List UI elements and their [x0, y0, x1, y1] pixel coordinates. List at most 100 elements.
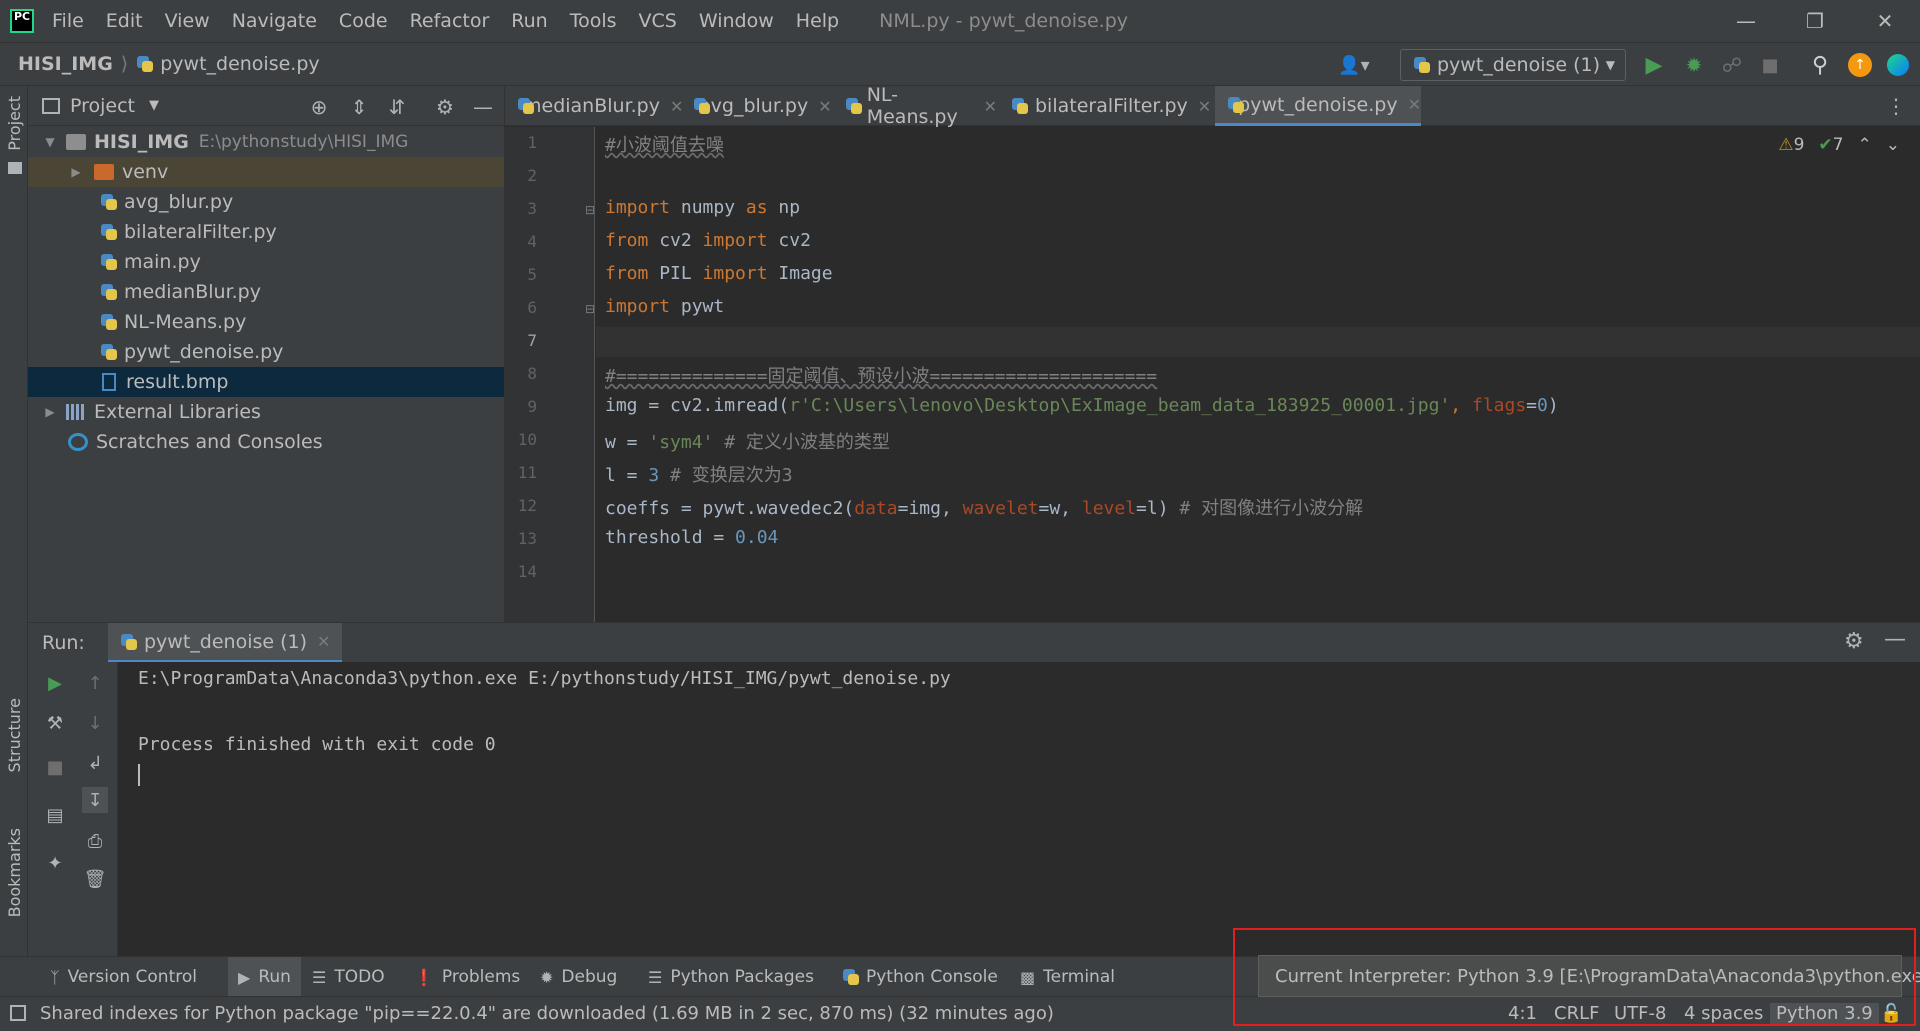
tree-root-project[interactable]: ▼ HISI_IMG E:\pythonstudy\HISI_IMG — [28, 127, 504, 157]
tree-item-pywt-denoise[interactable]: pywt_denoise.py — [28, 337, 504, 367]
run-icon[interactable]: ▶ — [1640, 51, 1668, 79]
print-icon[interactable]: ⎙ — [82, 828, 108, 854]
run-configuration-select[interactable]: pywt_denoise (1) ▼ — [1400, 49, 1626, 81]
more-tabs-icon[interactable]: ⋮ — [1886, 94, 1906, 118]
keyword: import — [702, 263, 768, 284]
close-icon[interactable]: ✕ — [818, 97, 831, 116]
menu-run[interactable]: Run — [511, 10, 547, 32]
menu-edit[interactable]: Edit — [106, 10, 143, 32]
wrench-icon[interactable]: ⚒ — [42, 710, 68, 736]
layout-icon[interactable]: ▤ — [42, 802, 68, 828]
code-editor[interactable]: 1 2 3 4 5 6 7 8 9 10 11 12 13 14 ⊟ ⊟ #小波… — [505, 127, 1920, 622]
status-message[interactable]: Shared indexes for Python package "pip==… — [40, 1003, 1054, 1024]
update-icon[interactable]: ↑ — [1846, 51, 1874, 79]
tree-item-avg-blur[interactable]: avg_blur.py — [28, 187, 504, 217]
close-icon[interactable]: ✕ — [317, 632, 330, 651]
console-output[interactable]: E:\ProgramData\Anaconda3\python.exe E:/p… — [118, 662, 1920, 956]
tab-python-packages[interactable]: ☰ Python Packages — [648, 957, 814, 997]
menu-vcs[interactable]: VCS — [639, 10, 677, 32]
restore-button[interactable]: ❐ — [1785, 0, 1845, 42]
code-line-13: threshold = 0.04 — [605, 527, 778, 548]
tree-item-median-blur[interactable]: medianBlur.py — [28, 277, 504, 307]
inspection-widget[interactable]: ⚠9 ✔7 ⌃ ⌄ — [1778, 135, 1900, 155]
breadcrumb-file[interactable]: pywt_denoise.py — [160, 53, 319, 75]
bookmarks-tool-tab[interactable]: Bookmarks — [5, 828, 24, 917]
stop-icon[interactable]: ■ — [1756, 51, 1784, 79]
collapse-all-icon[interactable]: ⇵ — [384, 94, 410, 120]
locate-file-icon[interactable]: ⊕ — [306, 94, 332, 120]
user-account-icon[interactable]: 👤▾ — [1334, 51, 1374, 79]
tab-label: Python Console — [866, 967, 998, 987]
chevron-down-icon[interactable]: ▼ — [149, 98, 159, 113]
expand-all-icon[interactable]: ⇕ — [346, 94, 372, 120]
code-text: w = — [605, 432, 649, 453]
breadcrumb-project[interactable]: HISI_IMG — [18, 53, 113, 75]
tree-item-nl-means[interactable]: NL-Means.py — [28, 307, 504, 337]
menu-window[interactable]: Window — [699, 10, 774, 32]
gear-icon[interactable]: ⚙ — [432, 94, 458, 120]
tree-item-main[interactable]: main.py — [28, 247, 504, 277]
pin-icon[interactable]: ✦ — [42, 850, 68, 876]
tab-run[interactable]: ▶ Run — [228, 957, 301, 997]
arrow-down-icon[interactable]: ↓ — [82, 710, 108, 736]
menu-view[interactable]: View — [165, 10, 210, 32]
tab-problems[interactable]: ❗ Problems — [414, 957, 520, 997]
menu-navigate[interactable]: Navigate — [232, 10, 317, 32]
tab-nl-means[interactable]: NL-Means.py ✕ — [833, 84, 997, 128]
arrow-up-icon[interactable]: ↑ — [82, 670, 108, 696]
tool-window-toggle-icon[interactable] — [10, 1005, 26, 1021]
close-icon[interactable]: ✕ — [1198, 97, 1211, 116]
coverage-icon[interactable]: ☍ — [1718, 51, 1746, 79]
menu-file[interactable]: File — [52, 10, 84, 32]
chevron-down-icon[interactable]: ⌄ — [1886, 135, 1900, 155]
trash-icon[interactable]: 🗑 — [82, 866, 108, 892]
scroll-to-end-icon[interactable]: ↧ — [82, 787, 108, 813]
fold-icon[interactable]: ⊟ — [585, 302, 595, 316]
menu-help[interactable]: Help — [796, 10, 839, 32]
problems-icon: ❗ — [414, 967, 434, 987]
soft-wrap-icon[interactable]: ↲ — [82, 750, 108, 776]
tree-item-label: NL-Means.py — [124, 311, 247, 333]
tree-external-libraries[interactable]: ▶ External Libraries — [28, 397, 504, 427]
tab-todo[interactable]: ☰ TODO — [312, 957, 385, 997]
run-tab-pywt-denoise[interactable]: pywt_denoise (1) ✕ — [108, 623, 343, 663]
tree-scratches-consoles[interactable]: Scratches and Consoles — [28, 427, 504, 457]
tab-terminal[interactable]: ▩ Terminal — [1020, 957, 1115, 997]
chevron-up-icon[interactable]: ⌃ — [1858, 135, 1872, 155]
menu-code[interactable]: Code — [339, 10, 388, 32]
close-icon[interactable]: ✕ — [984, 97, 997, 116]
tab-version-control[interactable]: ᛉ Version Control — [50, 957, 197, 997]
fold-icon[interactable]: ⊟ — [585, 203, 595, 217]
rerun-icon[interactable]: ▶ — [42, 670, 68, 696]
search-icon[interactable]: ⚲ — [1806, 51, 1834, 79]
minimize-button[interactable]: — — [1716, 0, 1776, 42]
stop-icon[interactable]: ■ — [42, 754, 68, 780]
project-tool-tab[interactable]: Project — [5, 96, 24, 151]
weak-warning-count[interactable]: ✔7 — [1818, 135, 1843, 155]
tab-pywt-denoise[interactable]: pywt_denoise.py ✕ — [1215, 86, 1421, 126]
tree-item-label: pywt_denoise.py — [124, 341, 284, 363]
tab-bilateral-filter[interactable]: bilateralFilter.py ✕ — [999, 86, 1213, 126]
project-panel-title[interactable]: Project — [70, 95, 135, 117]
tree-item-venv[interactable]: ▶ venv — [28, 157, 504, 187]
warning-count[interactable]: ⚠9 — [1778, 135, 1804, 155]
close-window-button[interactable]: ✕ — [1855, 0, 1915, 42]
menu-refactor[interactable]: Refactor — [410, 10, 490, 32]
gear-icon[interactable]: ⚙ — [1844, 629, 1864, 654]
tree-item-result-bmp[interactable]: result.bmp — [28, 367, 504, 397]
hide-panel-icon[interactable]: — — [1884, 627, 1906, 652]
tab-debug[interactable]: ✹ Debug — [540, 957, 617, 997]
menu-tools[interactable]: Tools — [570, 10, 617, 32]
structure-tool-tab[interactable]: Structure — [5, 698, 24, 772]
jetbrains-toolbox-icon[interactable] — [1884, 51, 1912, 79]
debug-bug-icon[interactable]: ✹ — [1680, 51, 1708, 79]
tab-python-console[interactable]: Python Console — [842, 957, 998, 997]
code-line-11: l = 3 # 变换层次为3 — [605, 461, 793, 487]
hide-panel-icon[interactable]: — — [470, 94, 496, 120]
parameter-name: wavelet — [962, 498, 1039, 519]
editor-scrollbar[interactable] — [1908, 167, 1916, 547]
tab-median-blur[interactable]: medianBlur.py ✕ — [505, 86, 683, 126]
close-icon[interactable]: ✕ — [1408, 95, 1421, 114]
tab-avg-blur[interactable]: avg_blur.py ✕ — [681, 86, 832, 126]
tree-item-bilateral-filter[interactable]: bilateralFilter.py — [28, 217, 504, 247]
